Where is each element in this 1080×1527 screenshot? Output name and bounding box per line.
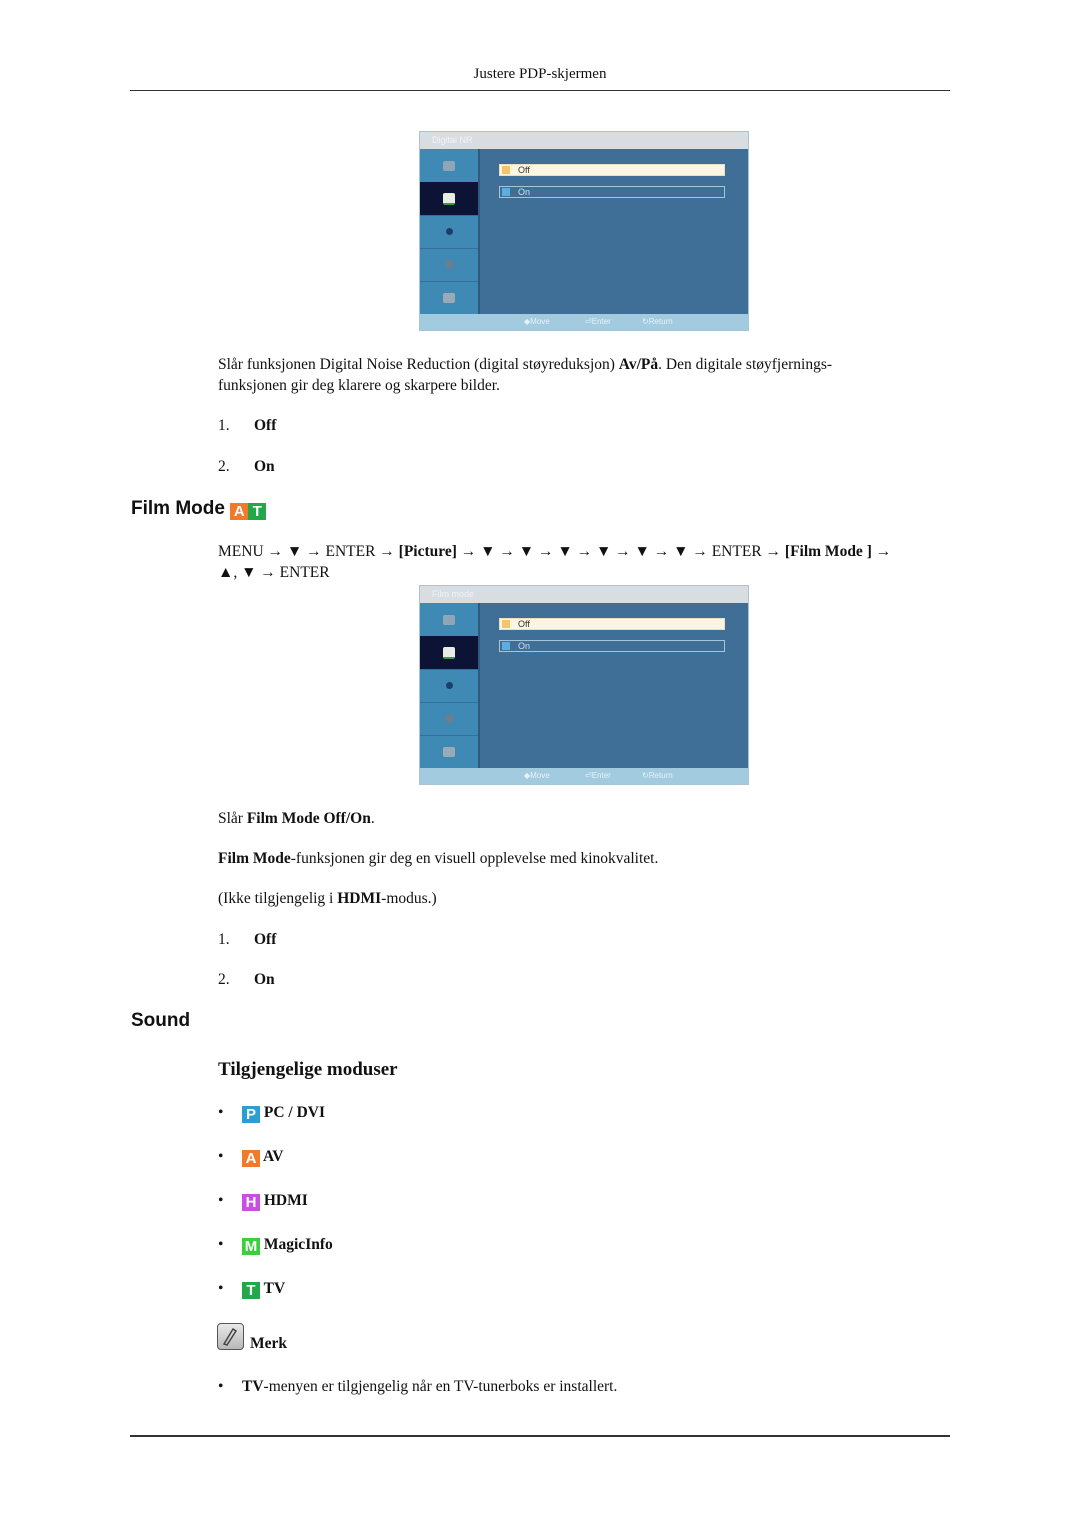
mode-list-item: • T TV: [218, 1280, 286, 1299]
film-mode-osd-screenshot: Film mode Off On ◆ Move ⏎ Enter ↻ Return: [419, 585, 749, 785]
osd-option-off: Off: [499, 618, 725, 630]
osd-footer-return: ↻ Return: [642, 771, 673, 780]
av-mode-badge-icon: A: [242, 1150, 260, 1167]
osd-footer-enter: ⏎ Enter: [585, 317, 611, 326]
available-modes-subheading: Tilgjengelige moduser: [218, 1059, 398, 1080]
osd-sound-icon: [420, 669, 478, 703]
osd-footer: ◆ Move ⏎ Enter ↻ Return: [420, 768, 748, 784]
page-header: Justere PDP-skjermen: [473, 66, 607, 82]
pc-mode-badge-icon: P: [242, 1106, 260, 1123]
footer-divider: [130, 1435, 950, 1437]
osd-option-on: On: [499, 640, 725, 652]
digital-nr-description: Slår funksjonen Digital Noise Reduction …: [218, 356, 833, 394]
osd-footer: ◆ Move ⏎ Enter ↻ Return: [420, 314, 748, 330]
sound-heading: Sound: [131, 1010, 191, 1031]
note-text: • TV-menyen er tilgjengelig når en TV-tun…: [218, 1378, 618, 1395]
av-mode-badge-icon: A: [230, 503, 249, 520]
digital-nr-osd-screenshot: Digital NR Off On ◆ Move ⏎ Enter ↻ Retur…: [419, 131, 749, 331]
osd-option-off: Off: [499, 164, 725, 176]
osd-multi-icon: [420, 735, 478, 768]
film-mode-list-item: 1. Off: [218, 931, 277, 948]
osd-picture-icon: [420, 636, 478, 670]
tv-mode-badge-icon: T: [242, 1282, 260, 1299]
film-mode-paragraph: Film Mode-funksjonen gir deg en visuell …: [218, 850, 659, 867]
osd-footer-move: ◆ Move: [524, 771, 550, 780]
osd-title: Film mode: [420, 586, 748, 603]
osd-footer-move: ◆ Move: [524, 317, 550, 326]
osd-sidebar: [420, 149, 480, 314]
osd-input-icon: [420, 603, 478, 637]
film-mode-paragraph: Slår Film Mode Off/On.: [218, 810, 375, 827]
osd-input-icon: [420, 149, 478, 183]
film-mode-heading: Film Mode AT: [131, 498, 267, 520]
film-mode-list-item: 2. On: [218, 971, 275, 988]
film-mode-paragraph: (Ikke tilgjengelig i HDMI-modus.): [218, 890, 437, 907]
osd-picture-icon: [420, 182, 478, 216]
hdmi-mode-badge-icon: H: [242, 1194, 260, 1211]
note-pencil-icon: [217, 1323, 244, 1350]
osd-multi-icon: [420, 281, 478, 314]
header-divider: [130, 90, 950, 91]
mode-list-item: • M MagicInfo: [218, 1236, 333, 1255]
digital-nr-list-item: 2. On: [218, 458, 275, 475]
osd-setup-icon: [420, 702, 478, 736]
osd-option-on: On: [499, 186, 725, 198]
mode-list-item: • H HDMI: [218, 1192, 308, 1211]
osd-footer-return: ↻ Return: [642, 317, 673, 326]
tv-mode-badge-icon: T: [248, 503, 267, 520]
mode-list-item: • P PC / DVI: [218, 1104, 326, 1123]
osd-setup-icon: [420, 248, 478, 282]
osd-sound-icon: [420, 215, 478, 249]
mode-list-item: • A AV: [218, 1148, 284, 1167]
note-label: Merk: [250, 1335, 288, 1352]
osd-title: Digital NR: [420, 132, 748, 149]
film-mode-nav-path: MENU → ▼ → ENTER → [Picture] → ▼ → ▼ → ▼…: [218, 543, 892, 581]
magicinfo-mode-badge-icon: M: [242, 1238, 260, 1255]
digital-nr-list-item: 1. Off: [218, 417, 277, 434]
osd-sidebar: [420, 603, 480, 768]
osd-footer-enter: ⏎ Enter: [585, 771, 611, 780]
